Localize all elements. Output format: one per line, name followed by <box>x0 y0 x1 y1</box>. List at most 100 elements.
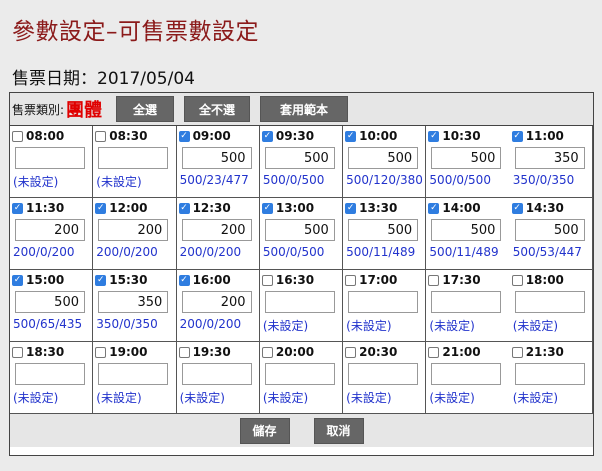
slot-checkbox[interactable]: ✓ <box>511 130 523 142</box>
slot-quantity-input[interactable] <box>431 147 502 169</box>
slot-time: 12:30 <box>192 201 231 215</box>
slot-status: 500/65/435 <box>13 317 83 331</box>
apply-template-button[interactable]: 套用範本 <box>260 96 349 122</box>
slot-checkbox[interactable] <box>95 346 107 358</box>
time-slot-cell: ✓ 14:30 500/53/447 <box>509 198 593 270</box>
time-slot-cell: ✓ 09:00 500/23/477 <box>176 126 260 198</box>
slot-checkbox[interactable] <box>178 346 190 358</box>
slot-checkbox[interactable] <box>511 346 523 358</box>
time-slot-cell: 18:30 (未設定) <box>10 342 94 414</box>
slot-status: (未設定) <box>262 391 309 405</box>
slot-quantity-input[interactable] <box>15 363 85 385</box>
slot-status: (未設定) <box>96 391 142 405</box>
slot-status: 200/0/200 <box>13 245 75 259</box>
slot-quantity-input[interactable] <box>514 291 585 313</box>
slot-checkbox[interactable]: ✓ <box>261 202 273 214</box>
slot-time: 09:30 <box>275 129 315 143</box>
slot-checkbox[interactable]: ✓ <box>95 274 107 286</box>
slot-quantity-input[interactable] <box>98 147 169 169</box>
slot-checkbox[interactable] <box>12 346 23 358</box>
time-slot-cell: 18:00 (未設定) <box>509 270 593 342</box>
time-slot-cell: ✓ 14:00 500/11/489 <box>426 198 510 270</box>
slot-quantity-input[interactable] <box>431 291 502 313</box>
save-button[interactable]: 儲存 <box>239 417 290 444</box>
slot-time: 08:00 <box>26 129 65 143</box>
slot-quantity-input[interactable] <box>431 363 502 385</box>
select-none-button[interactable]: 全不選 <box>184 96 251 122</box>
slot-checkbox[interactable] <box>345 346 357 358</box>
slot-checkbox[interactable] <box>261 274 273 286</box>
slot-time: 14:30 <box>525 201 564 215</box>
time-slot-cell: ✓ 13:00 500/0/500 <box>259 198 344 270</box>
slot-quantity-input[interactable] <box>431 219 502 241</box>
slot-checkbox[interactable] <box>12 130 23 142</box>
time-slot-cell: ✓ 15:30 350/0/350 <box>93 270 177 342</box>
slot-quantity-input[interactable] <box>348 291 419 313</box>
slot-quantity-input[interactable] <box>181 147 252 169</box>
slot-checkbox[interactable]: ✓ <box>178 130 190 142</box>
cancel-button[interactable]: 取消 <box>313 417 364 444</box>
slot-checkbox[interactable]: ✓ <box>428 202 440 214</box>
slot-checkbox[interactable]: ✓ <box>345 202 357 214</box>
slot-time: 13:30 <box>359 201 398 215</box>
slot-quantity-input[interactable] <box>181 291 252 313</box>
slot-time: 09:00 <box>192 129 231 143</box>
slot-quantity-input[interactable] <box>514 219 585 241</box>
slot-quantity-input[interactable] <box>98 363 169 385</box>
slot-status: (未設定) <box>96 175 142 189</box>
slot-checkbox[interactable]: ✓ <box>178 274 190 286</box>
time-slot-cell: 08:00 (未設定) <box>10 126 94 198</box>
slot-time: 19:30 <box>192 345 231 359</box>
select-all-button[interactable]: 全選 <box>116 96 175 122</box>
time-slot-cell: ✓ 16:00 200/0/200 <box>176 270 260 342</box>
slot-checkbox[interactable] <box>428 274 440 286</box>
ticket-type-label: 售票類別: <box>12 102 65 117</box>
slot-quantity-input[interactable] <box>348 219 419 241</box>
slot-checkbox[interactable] <box>95 130 107 142</box>
slot-time: 13:00 <box>275 201 315 215</box>
slot-status: 200/0/200 <box>96 245 158 259</box>
slot-time: 11:30 <box>26 201 65 215</box>
time-slot-cell: ✓ 12:30 200/0/200 <box>176 198 260 270</box>
slot-quantity-input[interactable] <box>98 291 169 313</box>
slot-quantity-input[interactable] <box>181 219 252 241</box>
slot-checkbox[interactable]: ✓ <box>95 202 107 214</box>
slot-checkbox[interactable]: ✓ <box>345 130 357 142</box>
slot-checkbox[interactable]: ✓ <box>178 202 190 214</box>
slot-quantity-input[interactable] <box>15 291 85 313</box>
settings-panel: 售票類別: 團體 全選 全不選 套用範本 08:00 (未設定) 08:30 (… <box>9 92 594 456</box>
slot-quantity-input[interactable] <box>264 147 335 169</box>
slot-checkbox[interactable]: ✓ <box>428 130 440 142</box>
slot-checkbox[interactable]: ✓ <box>511 202 523 214</box>
slot-time: 16:00 <box>192 273 231 287</box>
slot-checkbox[interactable] <box>511 274 523 286</box>
slot-status: (未設定) <box>346 319 392 333</box>
slot-quantity-input[interactable] <box>181 363 252 385</box>
slot-quantity-input[interactable] <box>514 147 585 169</box>
slot-checkbox[interactable] <box>345 274 357 286</box>
slot-quantity-input[interactable] <box>264 291 335 313</box>
slot-quantity-input[interactable] <box>514 363 585 385</box>
slot-quantity-input[interactable] <box>264 363 335 385</box>
slot-quantity-input[interactable] <box>98 219 169 241</box>
slot-time: 20:30 <box>359 345 398 359</box>
slot-quantity-input[interactable] <box>348 363 419 385</box>
slot-status: (未設定) <box>429 319 475 333</box>
time-slot-cell: 08:30 (未設定) <box>93 126 177 198</box>
slot-time: 16:30 <box>275 273 315 287</box>
slot-checkbox[interactable]: ✓ <box>12 274 23 286</box>
ticket-type-value: 團體 <box>66 100 103 121</box>
time-slot-cell: ✓ 12:00 200/0/200 <box>93 198 177 270</box>
time-slot-cell: 19:00 (未設定) <box>93 342 177 414</box>
slot-checkbox[interactable]: ✓ <box>261 130 273 142</box>
slot-quantity-input[interactable] <box>264 219 335 241</box>
time-slot-cell: ✓ 11:30 200/0/200 <box>10 198 94 270</box>
slot-checkbox[interactable] <box>428 346 440 358</box>
slot-checkbox[interactable] <box>261 346 273 358</box>
slot-quantity-input[interactable] <box>15 219 85 241</box>
slot-quantity-input[interactable] <box>348 147 419 169</box>
slot-checkbox[interactable]: ✓ <box>12 202 23 214</box>
slot-status: 500/11/489 <box>429 245 499 259</box>
time-slot-cell: 21:30 (未設定) <box>509 342 593 414</box>
slot-quantity-input[interactable] <box>15 147 85 169</box>
